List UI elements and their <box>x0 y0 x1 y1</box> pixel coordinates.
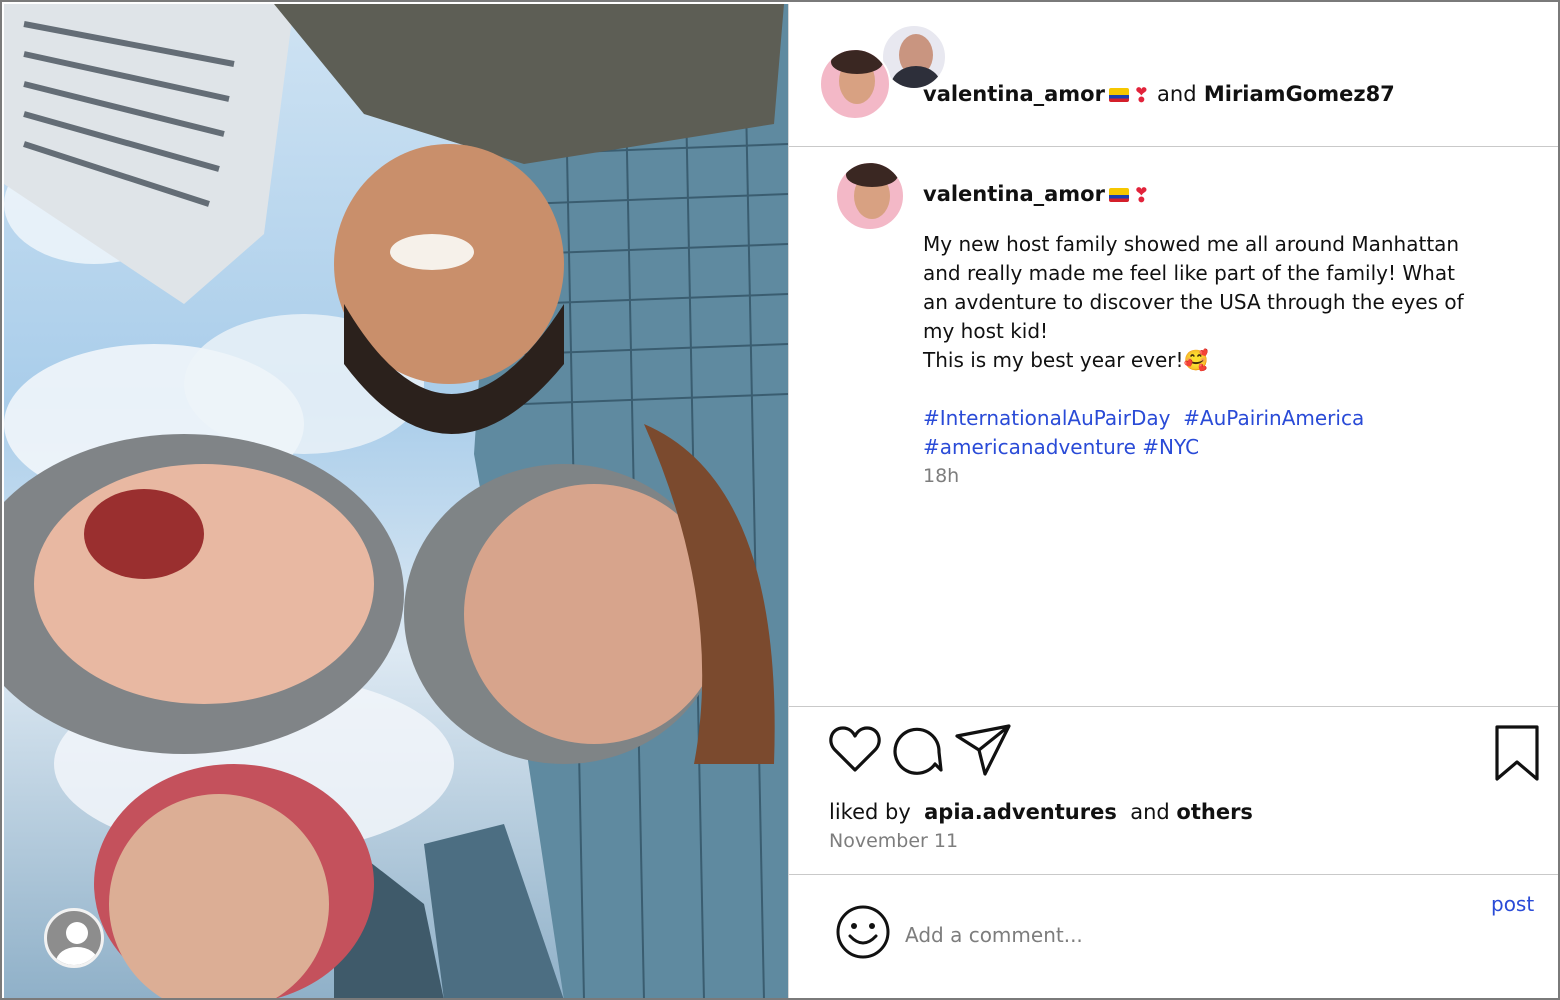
post-frame: valentina_amor ❣ and MiriamGomez87 valent… <box>0 0 1560 1000</box>
hashtags: #InternationalAuPairDay #AuPairinAmerica… <box>923 404 1543 462</box>
post-photo[interactable] <box>4 4 788 998</box>
share-icon[interactable] <box>953 722 1013 778</box>
comment-icon[interactable] <box>889 722 945 778</box>
post-header-title: valentina_amor ❣ and MiriamGomez87 <box>923 82 1395 107</box>
post-author-name[interactable]: valentina_amor ❣ <box>923 182 1150 207</box>
likes-joiner: and <box>1130 800 1170 824</box>
avatar-valentina[interactable] <box>819 48 891 120</box>
caption-line: my host kid! <box>923 319 1049 343</box>
caption-line: My new host family showed me all around … <box>923 232 1460 256</box>
colombia-flag-icon <box>1108 188 1129 202</box>
collab-avatars[interactable] <box>819 24 947 124</box>
post-username[interactable]: valentina_amor <box>923 182 1105 206</box>
header-divider <box>789 146 1558 147</box>
post-comment-button[interactable]: post <box>1491 892 1534 916</box>
likes-others[interactable]: others <box>1176 800 1253 824</box>
heart-exclamation-icon: ❣ <box>1132 83 1150 107</box>
photo-illustration <box>4 4 788 998</box>
profile-placeholder-icon[interactable] <box>44 908 104 968</box>
header-user1[interactable]: valentina_amor <box>923 82 1105 106</box>
hashtag-link[interactable]: #AuPairinAmerica <box>1183 406 1364 430</box>
colombia-flag-icon <box>1108 88 1129 102</box>
action-bar <box>827 722 1547 782</box>
post-author-avatar[interactable] <box>835 161 905 231</box>
likes-summary: liked by apia.adventures and others <box>829 800 1253 824</box>
smiley-icon[interactable] <box>835 904 891 960</box>
avatar-miriam[interactable] <box>881 24 947 90</box>
heart-icon[interactable] <box>827 722 883 778</box>
hashtag-link[interactable]: #InternationalAuPairDay <box>923 406 1170 430</box>
heart-exclamation-icon: ❣ <box>1132 183 1150 207</box>
caption-line: an avdenture to discover the USA through… <box>923 290 1464 314</box>
hashtag-link[interactable]: #americanadventure <box>923 435 1136 459</box>
content-divider <box>789 706 1558 707</box>
header-user2[interactable]: MiriamGomez87 <box>1204 82 1395 106</box>
post-time: 18h <box>923 465 960 487</box>
post-sidebar: valentina_amor ❣ and MiriamGomez87 valent… <box>788 4 1558 998</box>
comment-input[interactable] <box>905 918 1465 952</box>
bookmark-icon[interactable] <box>1493 724 1541 782</box>
comment-divider <box>789 874 1558 875</box>
header-joiner: and <box>1157 82 1197 106</box>
caption-line: This is my best year ever!🥰 <box>923 348 1209 372</box>
likes-user[interactable]: apia.adventures <box>924 800 1117 824</box>
comment-bar: post <box>789 876 1558 998</box>
post-date: November 11 <box>829 830 959 852</box>
hashtag-link[interactable]: #NYC <box>1142 435 1199 459</box>
likes-prefix: liked by <box>829 800 911 824</box>
post-caption: My new host family showed me all around … <box>923 230 1543 491</box>
caption-line: and really made me feel like part of the… <box>923 261 1455 285</box>
